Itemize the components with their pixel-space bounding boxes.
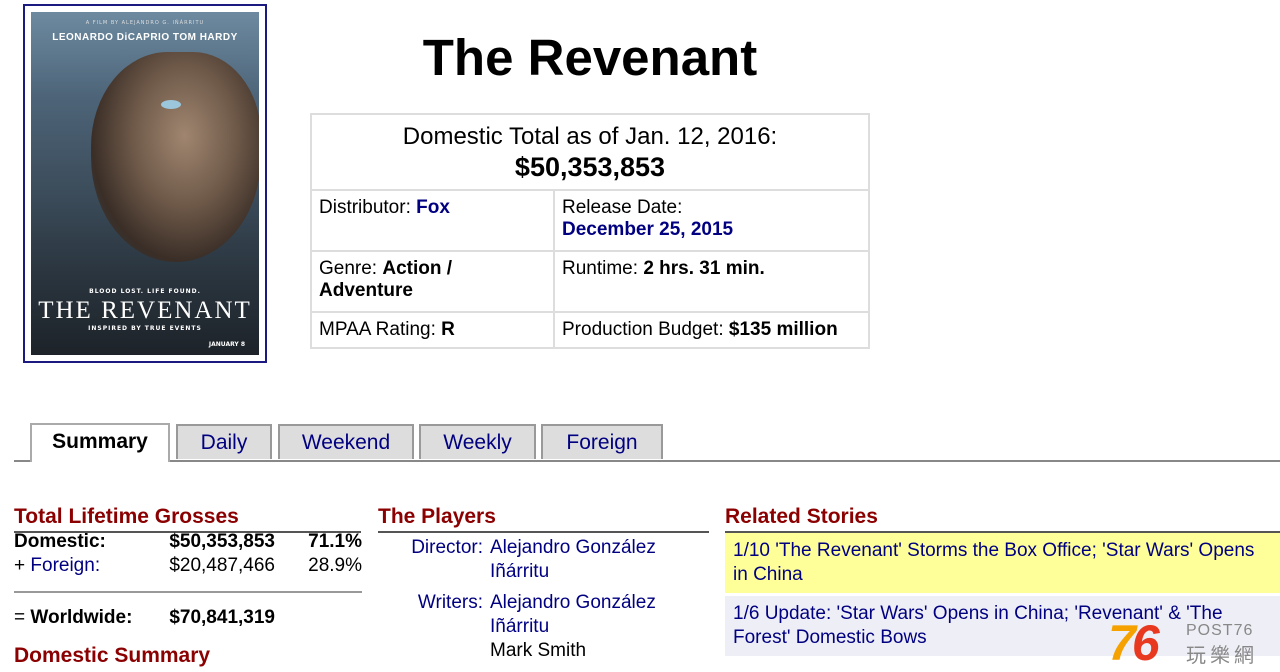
foreign-gross: $20,487,466 [169, 555, 275, 576]
runtime-label: Runtime: [562, 258, 639, 279]
director-link[interactable]: Alejandro González Iñárritu [490, 536, 710, 584]
distributor-label: Distributor: [319, 197, 411, 218]
director-row: Director: Alejandro González Iñárritu [378, 536, 710, 584]
worldwide-label-wrap: = Worldwide: [14, 607, 132, 629]
poster-actors: LEONARDO DiCAPRIO TOM HARDY [52, 32, 238, 43]
domestic-label: Domestic: [14, 531, 106, 552]
budget-cell: Production Budget: $135 million [553, 311, 870, 349]
players-heading: The Players [378, 505, 709, 533]
watermark-number: 76 [1108, 614, 1160, 672]
domestic-pct: 71.1% [308, 531, 362, 552]
director-names: Alejandro González Iñárritu [490, 536, 710, 584]
movie-info-table: Domestic Total as of Jan. 12, 2016: $50,… [310, 113, 870, 349]
distributor-link[interactable]: Fox [416, 197, 450, 218]
domestic-summary-heading: Domestic Summary [14, 644, 211, 667]
release-date-label: Release Date: [562, 197, 683, 218]
domestic-total-value: $50,353,853 [514, 152, 666, 182]
worldwide-gross: $70,841,319 [169, 607, 275, 628]
stories-heading: Related Stories [725, 505, 1280, 533]
writers-row: Writers: Alejandro González Iñárritu Mar… [378, 591, 710, 663]
director-label: Director: [411, 537, 483, 558]
tab-summary[interactable]: Summary [30, 423, 170, 462]
tab-daily[interactable]: Daily [176, 424, 272, 459]
poster-title: THE REVENANT [38, 297, 252, 324]
foreign-row: + Foreign: $20,487,466 28.9% [14, 555, 362, 579]
poster-eye-art [161, 100, 181, 109]
poster-tagline: BLOOD LOST. LIFE FOUND. [89, 288, 201, 295]
grosses-block: Domestic: $50,353,853 71.1% + Foreign: $… [14, 531, 362, 631]
grosses-divider [14, 591, 362, 593]
domestic-total-cell: Domestic Total as of Jan. 12, 2016: $50,… [310, 113, 870, 191]
watermark-digit-a: 7 [1108, 615, 1136, 671]
domestic-total-label: Domestic Total as of Jan. 12, 2016: [402, 123, 778, 150]
writers-label: Writers: [417, 592, 483, 613]
mpaa-label: MPAA Rating: [319, 319, 436, 340]
worldwide-prefix: = [14, 607, 26, 628]
watermark-cn: 玩樂網 [1186, 643, 1258, 667]
tab-foreign[interactable]: Foreign [541, 424, 663, 459]
writer-link[interactable]: Alejandro González Iñárritu [490, 591, 710, 639]
poster-image: A FILM BY ALEJANDRO G. IÑÁRRITU LEONARDO… [31, 12, 259, 355]
watermark-brand: POST76 [1186, 622, 1254, 639]
foreign-prefix: + [14, 555, 26, 576]
domestic-row: Domestic: $50,353,853 71.1% [14, 531, 362, 555]
worldwide-label: Worldwide: [30, 607, 133, 628]
grosses-heading: Total Lifetime Grosses [14, 505, 361, 533]
writer-name: Mark Smith [490, 640, 587, 661]
budget-value: $135 million [728, 319, 838, 340]
poster-subtitle: INSPIRED BY TRUE EVENTS [88, 325, 202, 332]
foreign-label-wrap: + Foreign: [14, 555, 100, 577]
tab-weekly[interactable]: Weekly [419, 424, 536, 459]
page-title: The Revenant [422, 29, 758, 86]
writer-names: Alejandro González Iñárritu Mark Smith [490, 591, 710, 663]
watermark-logo: 76 POST76 玩樂網 [1108, 615, 1280, 671]
runtime-value: 2 hrs. 31 min. [643, 258, 765, 279]
poster-credit: A FILM BY ALEJANDRO G. IÑÁRRITU [85, 20, 205, 26]
players-block: Director: Alejandro González Iñárritu Wr… [378, 536, 710, 670]
poster-face-art [91, 52, 259, 262]
domestic-gross: $50,353,853 [169, 531, 275, 552]
distributor-cell: Distributor: Fox [310, 189, 555, 252]
movie-poster[interactable]: A FILM BY ALEJANDRO G. IÑÁRRITU LEONARDO… [23, 4, 267, 363]
poster-date: JANUARY 8 [208, 341, 245, 348]
mpaa-cell: MPAA Rating: R [310, 311, 555, 349]
watermark-digit-b: 6 [1131, 615, 1160, 671]
genre-label: Genre: [319, 258, 378, 279]
release-date-link[interactable]: December 25, 2015 [562, 219, 861, 241]
worldwide-row: = Worldwide: $70,841,319 [14, 607, 362, 631]
foreign-pct: 28.9% [308, 555, 362, 576]
tab-bar: Summary Daily Weekend Weekly Foreign [14, 423, 1280, 462]
runtime-cell: Runtime: 2 hrs. 31 min. [553, 250, 870, 313]
budget-label: Production Budget: [562, 319, 724, 340]
story-link[interactable]: 1/10 'The Revenant' Storms the Box Offic… [725, 533, 1280, 593]
tab-weekend[interactable]: Weekend [278, 424, 414, 459]
release-date-cell: Release Date: December 25, 2015 [553, 189, 870, 252]
foreign-link[interactable]: Foreign: [30, 555, 100, 576]
genre-cell: Genre: Action / Adventure [310, 250, 555, 313]
mpaa-value: R [441, 319, 455, 340]
